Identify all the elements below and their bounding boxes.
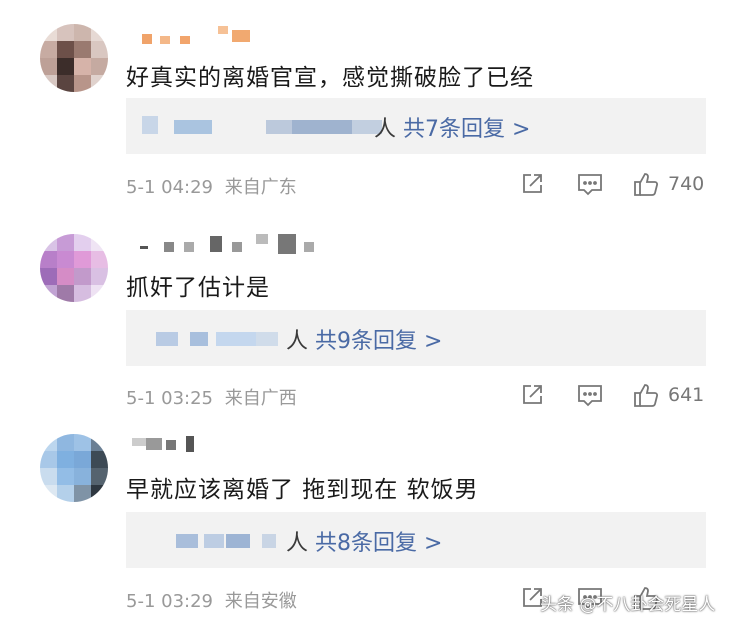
comment-text: 好真实的离婚官宣，感觉撕破脸了已经	[126, 65, 534, 91]
location: 来自广东	[224, 177, 297, 198]
location: 来自安徽	[224, 591, 297, 612]
like-button[interactable]: 641	[632, 381, 704, 409]
avatar[interactable]	[40, 234, 108, 302]
share-button[interactable]	[519, 381, 545, 409]
comment-text: 抓奸了估计是	[126, 275, 270, 301]
share-icon	[523, 385, 542, 404]
reply-count-link[interactable]: 共7条回复 >	[403, 117, 530, 142]
comment-meta: 5-1 03:25 来自广西	[126, 384, 297, 410]
share-icon	[523, 174, 542, 193]
comment-button[interactable]	[576, 381, 604, 409]
comment-icon	[578, 385, 602, 407]
reply-preview[interactable]: 人 共9条回复 >	[126, 310, 706, 366]
like-button[interactable]: 740	[632, 170, 704, 198]
location: 来自广西	[224, 388, 297, 409]
reply-prefix: 人	[286, 329, 309, 354]
thumbs-up-icon	[634, 384, 659, 407]
timestamp: 5-1 03:29	[126, 591, 213, 612]
comment-text: 早就应该离婚了 拖到现在 软饭男	[126, 477, 479, 503]
like-count: 641	[668, 384, 705, 406]
reply-count-link[interactable]: 共9条回复 >	[315, 329, 442, 354]
reply-preview[interactable]: 人 共8条回复 >	[126, 512, 706, 568]
like-count: 740	[668, 173, 705, 195]
timestamp: 5-1 04:29	[126, 177, 213, 198]
reply-prefix: 人	[374, 117, 397, 142]
reply-count-link[interactable]: 共8条回复 >	[315, 531, 442, 556]
reply-preview[interactable]: 人 共7条回复 >	[126, 98, 706, 154]
avatar[interactable]	[40, 24, 108, 92]
avatar[interactable]	[40, 434, 108, 502]
comment-meta: 5-1 04:29 来自广东	[126, 173, 297, 199]
reply-prefix: 人	[286, 531, 309, 556]
timestamp: 5-1 03:25	[126, 388, 213, 409]
watermark: 头条 @不八卦会死星人	[540, 595, 716, 615]
comment-meta: 5-1 03:29 来自安徽	[126, 587, 297, 613]
comment-button[interactable]	[576, 170, 604, 198]
share-button[interactable]	[519, 170, 545, 198]
comment-icon	[578, 174, 602, 196]
thumbs-up-icon	[634, 173, 659, 196]
